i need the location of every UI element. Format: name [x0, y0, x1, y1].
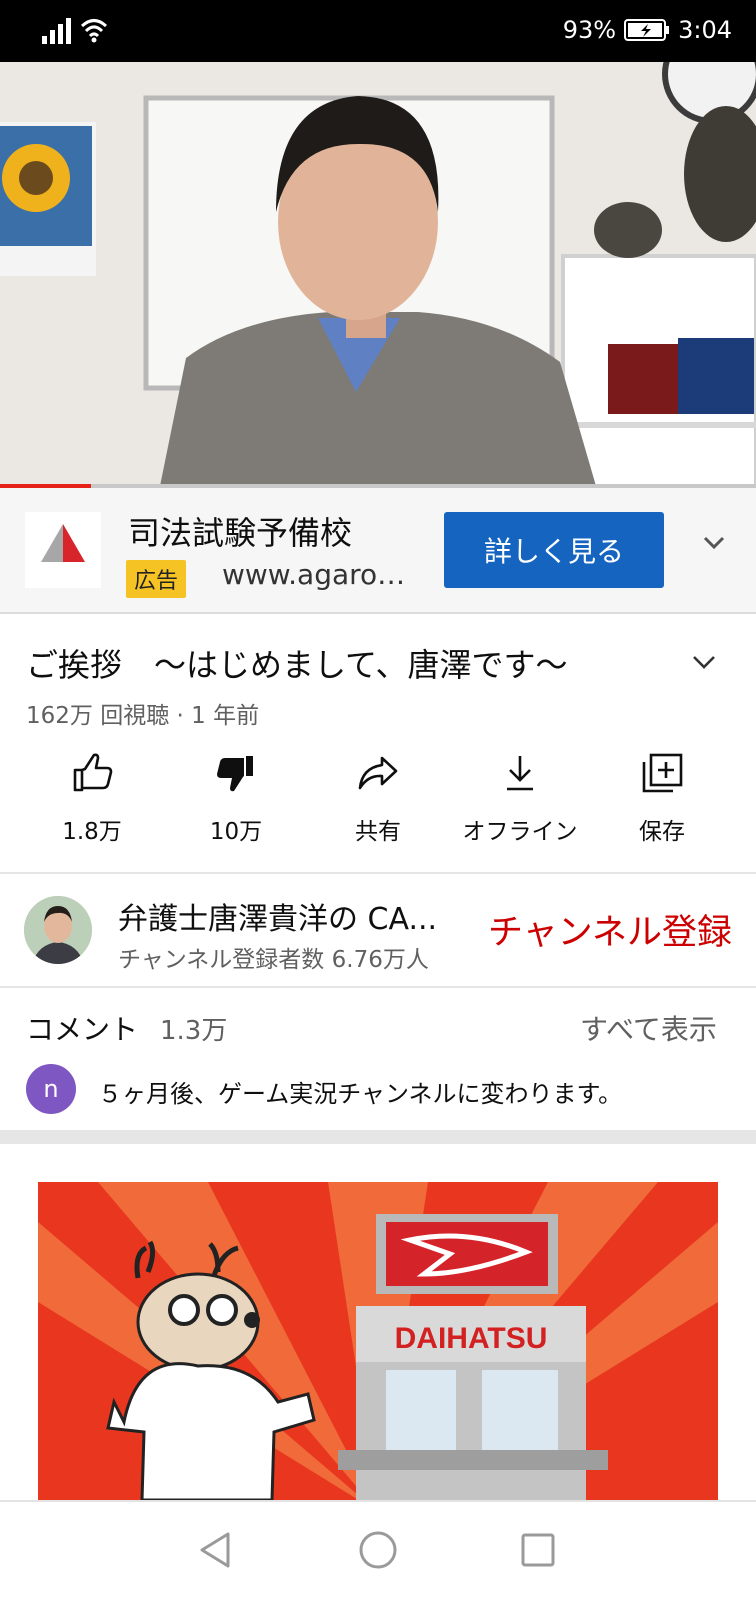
- comments-count: 1.3万: [160, 1016, 228, 1046]
- download-label: オフライン: [462, 819, 578, 845]
- advertiser-logo: [25, 512, 101, 588]
- subscriber-count: チャンネル登録者数 6.76万人: [118, 947, 429, 973]
- video-player[interactable]: [0, 62, 756, 486]
- thumbs-up-icon: [73, 753, 113, 792]
- clock: 3:04: [678, 16, 732, 44]
- divider: [0, 872, 756, 874]
- home-icon[interactable]: [358, 1530, 398, 1570]
- section-separator: [0, 1130, 756, 1144]
- save-icon: [642, 753, 683, 793]
- action-bar: 1.8万 10万 共有 オフライン 保存: [0, 752, 756, 852]
- chevron-down-icon[interactable]: [700, 528, 728, 556]
- save-button[interactable]: 保存: [590, 752, 734, 846]
- ad-url: www.agaroot...: [222, 558, 422, 591]
- status-bar: 93% 3:04: [0, 0, 756, 62]
- thumbnail-illustration: DAIHATSU: [38, 1182, 718, 1500]
- show-all-comments-link[interactable]: すべて表示: [580, 1008, 717, 1048]
- recent-apps-icon[interactable]: [520, 1532, 556, 1568]
- next-video-thumbnail[interactable]: DAIHATSU: [38, 1182, 718, 1500]
- signal-icon: [42, 18, 71, 44]
- battery-percent: 93%: [562, 16, 617, 44]
- channel-name[interactable]: 弁護士唐澤貴洋の CA...: [118, 894, 468, 938]
- save-label: 保存: [639, 819, 685, 845]
- thumbs-down-icon: [217, 756, 253, 792]
- like-button[interactable]: 1.8万: [20, 752, 164, 846]
- comments-label: コメント: [26, 1013, 139, 1046]
- divider: [0, 986, 756, 988]
- download-icon: [507, 756, 533, 791]
- share-icon: [358, 756, 398, 790]
- back-icon[interactable]: [198, 1530, 232, 1570]
- ad-badge: 広告: [126, 560, 187, 598]
- comment-preview-text: ５ヶ月後、ゲーム実況チャンネルに変わります。: [98, 1080, 623, 1108]
- video-meta: 162万 回視聴 · 1 年前: [26, 703, 260, 729]
- ad-learn-more-button[interactable]: 詳しく見る: [444, 512, 664, 588]
- dealer-sign-text: DAIHATSU: [395, 1322, 548, 1355]
- subscribe-button[interactable]: チャンネル登録: [488, 904, 732, 955]
- ad-title: 司法試験予備校: [128, 514, 353, 552]
- battery-icon: [624, 19, 670, 41]
- system-navigation-bar: [0, 1500, 756, 1598]
- dislike-button[interactable]: 10万: [164, 752, 308, 846]
- channel-avatar[interactable]: [24, 896, 92, 964]
- wifi-icon: [80, 19, 108, 43]
- like-count: 1.8万: [62, 819, 122, 845]
- dislike-count: 10万: [209, 819, 263, 845]
- download-button[interactable]: オフライン: [448, 752, 592, 846]
- comment-avatar: n: [26, 1064, 76, 1114]
- share-label: 共有: [355, 819, 401, 845]
- video-frame: [0, 62, 756, 486]
- ad-banner[interactable]: 司法試験予備校 広告 www.agaroot... 詳しく見る: [0, 488, 756, 614]
- video-title[interactable]: ご挨拶 ～はじめまして、唐澤です～: [26, 640, 567, 686]
- share-button[interactable]: 共有: [306, 752, 450, 846]
- expand-description-icon[interactable]: [690, 648, 718, 676]
